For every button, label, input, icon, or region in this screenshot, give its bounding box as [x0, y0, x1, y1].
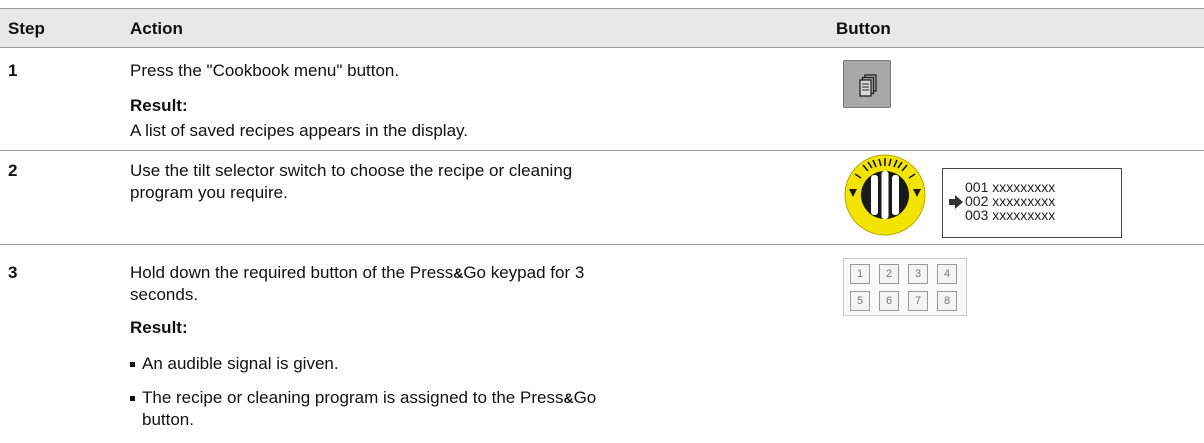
tilt-selector-switch-icon [844, 154, 926, 236]
keypad-key-1: 1 [850, 264, 870, 284]
action-text: Press the "Cookbook menu" button. [130, 61, 400, 80]
list-item: An audible signal is given. [130, 353, 596, 375]
display-line: 001 xxxxxxxxx [965, 179, 1056, 195]
header-step: Step [8, 19, 45, 38]
ampersand-glyph: & [453, 265, 464, 281]
keypad-key-3: 3 [908, 264, 928, 284]
table-header: Step Action Button [0, 8, 1204, 48]
step-number: 1 [8, 61, 18, 80]
action-text-line1: Hold down the required button of the Pre… [130, 262, 584, 284]
recipe-list-display: 001 xxxxxxxxx 002 xxxxxxxxx 003 xxxxxxxx… [942, 168, 1122, 238]
press-and-go-keypad: 1 2 3 4 5 6 7 8 [843, 258, 967, 316]
result-label: Result: [130, 318, 188, 337]
action-text-line1: Use the tilt selector switch to choose t… [130, 161, 573, 180]
step-number: 3 [8, 263, 18, 282]
keypad-key-7: 7 [908, 291, 928, 311]
result-label: Result: [130, 96, 188, 115]
keypad-key-6: 6 [879, 291, 899, 311]
result-list: An audible signal is given. The recipe o… [130, 353, 596, 431]
header-action: Action [130, 19, 183, 38]
action-text-line2: program you require. [130, 183, 288, 202]
action-text-part: Go keypad for 3 [463, 263, 585, 282]
instruction-table: Step Action Button 1 Press the "Cookbook… [0, 0, 1204, 443]
cookbook-menu-icon [859, 74, 877, 97]
step-number: 2 [8, 161, 18, 180]
row-divider [0, 244, 1204, 245]
display-line: 003 xxxxxxxxx [965, 207, 1056, 223]
arrow-right-icon [949, 195, 963, 209]
header-button: Button [836, 19, 891, 38]
keypad-key-2: 2 [879, 264, 899, 284]
keypad-key-4: 4 [937, 264, 957, 284]
cookbook-menu-button [843, 60, 891, 108]
keypad-key-8: 8 [937, 291, 957, 311]
ampersand-glyph: & [563, 390, 574, 406]
row-divider [0, 150, 1204, 151]
action-text-line2: seconds. [130, 285, 199, 304]
result-text: A list of saved recipes appears in the d… [130, 121, 468, 140]
keypad-key-5: 5 [850, 291, 870, 311]
list-item: The recipe or cleaning program is assign… [130, 387, 596, 431]
action-text-part: Hold down the required button of the Pre… [130, 263, 454, 282]
display-line-selected: 002 xxxxxxxxx [965, 193, 1056, 209]
